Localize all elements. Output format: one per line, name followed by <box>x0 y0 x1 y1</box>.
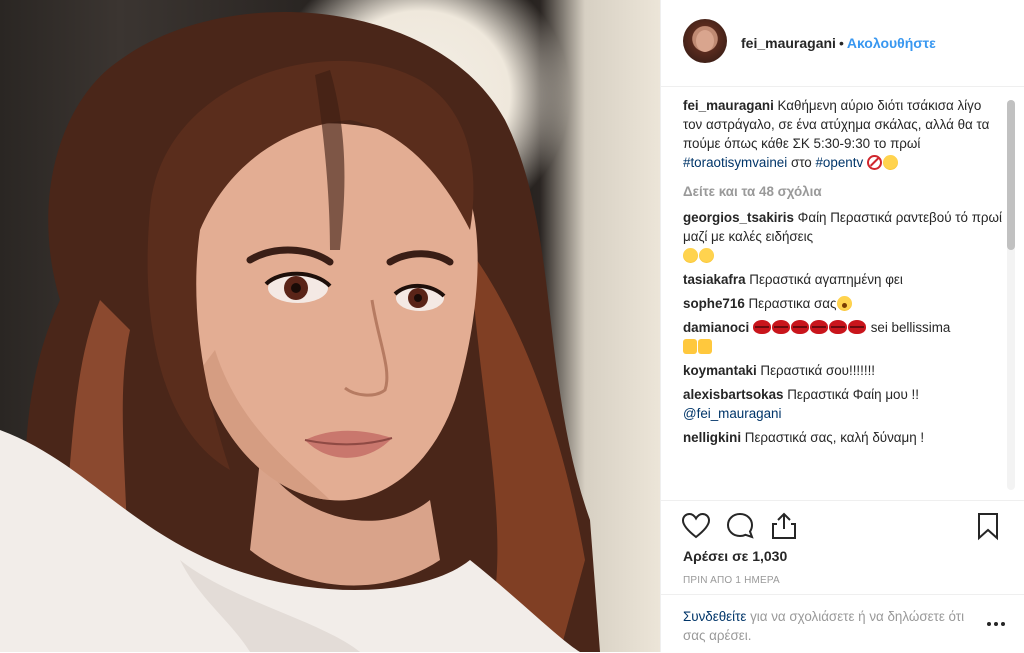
comment-text: Περαστικά Φαίη μου !! <box>787 387 919 402</box>
post-photo[interactable] <box>0 0 660 652</box>
comment-username[interactable]: nelligkini <box>683 430 741 445</box>
smile-emoji-icon <box>683 248 698 263</box>
comment-item: sophe716 Περαστικα σας <box>683 294 1003 313</box>
comment-item: koymantaki Περαστικά σου!!!!!!! <box>683 361 1003 380</box>
comment-username[interactable]: tasiakafra <box>683 272 746 287</box>
header-username[interactable]: fei_mauragani <box>741 35 836 51</box>
avatar[interactable] <box>683 19 727 63</box>
comment-username[interactable]: georgios_tsakiris <box>683 210 794 225</box>
caption-username[interactable]: fei_mauragani <box>683 98 774 113</box>
surprised-emoji-icon <box>836 296 852 311</box>
portrait-illustration <box>0 12 600 652</box>
view-all-comments-link[interactable]: Δείτε και τα 48 σχόλια <box>683 182 1003 201</box>
scrollbar-thumb[interactable] <box>1007 100 1015 250</box>
likes-count[interactable]: Αρέσει σε 1,030 <box>683 548 787 564</box>
comment-item: alexisbartsokas Περαστικά Φαίη μου !! @f… <box>683 385 1003 423</box>
comment-username[interactable]: koymantaki <box>683 363 757 378</box>
caption-hashtag-opentv[interactable]: #opentv <box>815 155 863 170</box>
header-line: fei_mauragani • Ακολουθήστε <box>741 35 936 51</box>
login-link[interactable]: Συνδεθείτε <box>683 609 746 624</box>
kiss-lips-emoji-icon <box>828 320 847 334</box>
login-prompt: Συνδεθείτε για να σχολιάσετε ή να δηλώσε… <box>683 607 983 645</box>
comment-username[interactable]: damianoci <box>683 320 749 335</box>
smile-emoji-icon <box>699 248 714 263</box>
bookmark-icon[interactable] <box>973 511 1003 541</box>
comment-item: nelligkini Περαστικά σας, καλή δύναμη ! <box>683 428 1003 447</box>
no-entry-emoji-icon <box>866 155 882 170</box>
post-timestamp: ΠΡΙΝ ΑΠΟ 1 ΗΜΕΡΑ <box>683 575 780 586</box>
caption-hashtag[interactable]: #toraotisymvainei <box>683 155 787 170</box>
comment-item: damianoci sei bellissima <box>683 318 1003 356</box>
comment-item: georgios_tsakiris Φαίη Περαστικά ραντεβο… <box>683 208 1003 265</box>
heart-icon[interactable] <box>681 511 711 541</box>
comments-scrollbar[interactable] <box>1007 100 1015 490</box>
post-actions: Αρέσει σε 1,030 ΠΡΙΝ ΑΠΟ 1 ΗΜΕΡΑ <box>661 500 1024 591</box>
post-header: fei_mauragani • Ακολουθήστε <box>661 0 1024 87</box>
comments-list: fei_mauragani Καθήμενη αύριο διότι τσάκι… <box>683 96 1003 494</box>
comment-mention[interactable]: @fei_mauragani <box>683 406 781 421</box>
comment-text: sei bellissima <box>870 320 951 335</box>
kiss-lips-emoji-icon <box>809 320 828 334</box>
comment-text: Περαστικα σας <box>748 296 837 311</box>
smile-emoji-icon <box>882 155 898 170</box>
thumbs-up-emoji-icon <box>698 339 712 354</box>
comment-username[interactable]: alexisbartsokas <box>683 387 784 402</box>
kiss-lips-emoji-icon <box>847 320 866 334</box>
comment-text: Περαστικά σας, καλή δύναμη ! <box>744 430 925 445</box>
post-caption: fei_mauragani Καθήμενη αύριο διότι τσάκι… <box>683 96 1003 172</box>
kiss-lips-emoji-icon <box>790 320 809 334</box>
comment-item: tasiakafra Περαστικά αγαπημένη φει <box>683 270 1003 289</box>
more-options-icon[interactable] <box>987 613 1009 626</box>
comment-text: Περαστικά σου!!!!!!! <box>760 363 876 378</box>
caption-connector: στο <box>790 155 812 170</box>
comment-text: Περαστικά αγαπημένη φει <box>749 272 903 287</box>
kiss-lips-emoji-icon <box>752 320 771 334</box>
instagram-post-view: fei_mauragani • Ακολουθήστε fei_mauragani … <box>0 0 1024 652</box>
share-icon[interactable] <box>769 511 799 541</box>
login-footer: Συνδεθείτε για να σχολιάσετε ή να δηλώσε… <box>661 594 1024 653</box>
comment-username[interactable]: sophe716 <box>683 296 745 311</box>
thumbs-up-emoji-icon <box>683 339 697 354</box>
comment-icon[interactable] <box>725 511 755 541</box>
post-side-panel: fei_mauragani • Ακολουθήστε fei_mauragani … <box>660 0 1024 652</box>
follow-button[interactable]: Ακολουθήστε <box>847 35 936 51</box>
kiss-lips-emoji-icon <box>771 320 790 334</box>
header-separator-dot: • <box>838 35 844 51</box>
